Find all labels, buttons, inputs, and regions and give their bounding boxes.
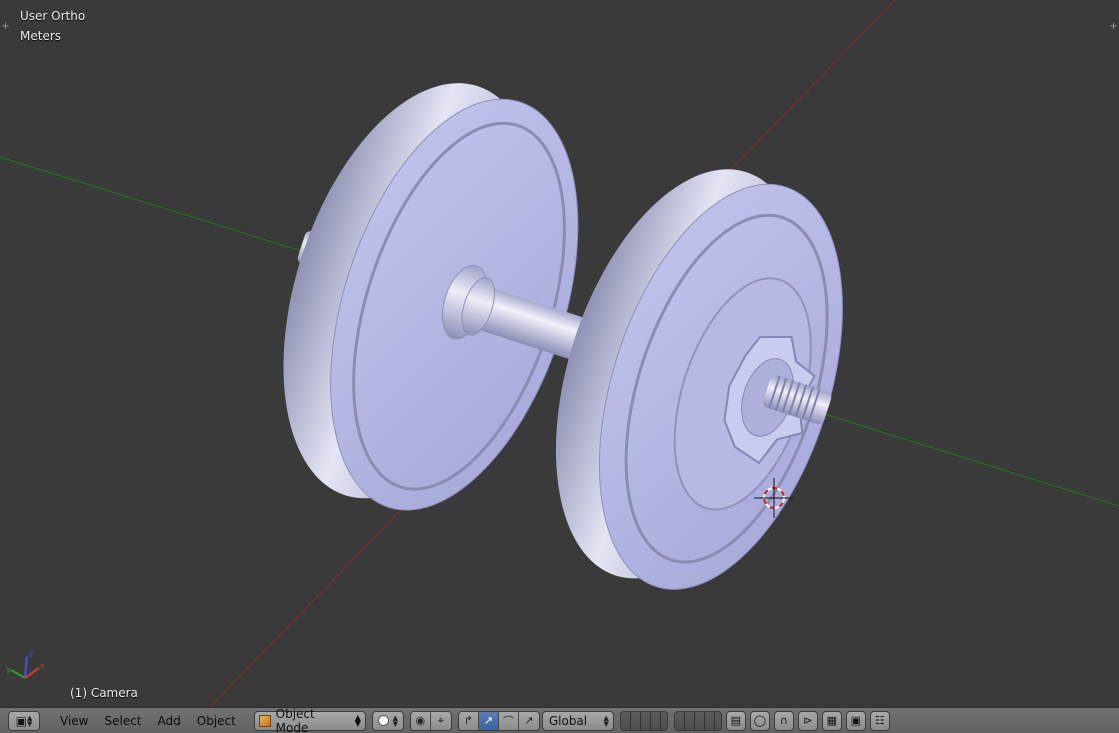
updown-arrows-icon: ▲ ▼ <box>26 713 33 728</box>
transform-orientation-selector[interactable]: Global ▲ ▼ <box>541 710 614 731</box>
magnet-icon[interactable]: ∩ <box>773 710 794 731</box>
editor-type-button[interactable]: ▣ ▲ ▼ <box>8 710 40 731</box>
view-name-label: User Ortho <box>20 9 86 23</box>
properties-toggle-icon[interactable]: + <box>1109 22 1118 32</box>
layer-lock-icon[interactable]: ▤ <box>725 710 746 731</box>
object-mode-cube-icon <box>258 714 271 727</box>
svg-text:z: z <box>29 650 33 659</box>
solid-sphere-icon <box>377 715 389 726</box>
menu-object[interactable]: Object <box>189 711 244 731</box>
3d-viewport[interactable]: User Ortho Meters (1) Camera + + y z x <box>0 0 1119 707</box>
manipulator-toggle-icon[interactable]: ↱ <box>458 711 479 730</box>
updown-arrows-icon: ▲ ▼ <box>392 713 399 728</box>
transform-manipulator-group: ↱ ↗ ⌒ ↗ <box>457 710 540 731</box>
render-animation-icon[interactable]: ☷ <box>869 710 890 731</box>
svg-text:y: y <box>6 665 11 674</box>
layers-grid-icon[interactable] <box>619 710 668 731</box>
proportional-edit-icon[interactable]: ◯ <box>749 710 770 731</box>
orientation-label: Global <box>548 713 588 728</box>
render-camera-icon[interactable]: ▣ <box>845 710 866 731</box>
layers-grid-icon-2[interactable] <box>673 710 722 731</box>
menu-view[interactable]: View <box>52 711 96 731</box>
toolshelf-toggle-icon[interactable]: + <box>1 22 10 32</box>
mode-selector[interactable]: Object Mode ▲ ▼ <box>253 707 366 733</box>
menu-add[interactable]: Add <box>150 711 189 731</box>
viewport-shading-selector[interactable]: ▲ ▼ <box>371 710 404 731</box>
snap-element-icon[interactable]: ⊳ <box>797 710 818 731</box>
svg-text:x: x <box>40 661 45 670</box>
rotate-arc-icon[interactable]: ⌒ <box>498 711 519 730</box>
scale-arrow-icon[interactable]: ↗ <box>518 711 539 730</box>
snap-target-icon[interactable]: ▦ <box>821 710 842 731</box>
mode-label: Object Mode <box>275 706 315 733</box>
units-label: Meters <box>20 29 62 43</box>
updown-arrows-icon: ▲ ▼ <box>354 712 361 728</box>
menu-select[interactable]: Select <box>96 711 149 731</box>
active-object-label: (1) Camera <box>70 686 138 700</box>
3d-view-header: ▣ ▲ ▼ View Select Add Object Object Mode … <box>0 707 1119 733</box>
viewport-scene[interactable] <box>0 0 1119 707</box>
manipulator-icon[interactable]: ⌖ <box>430 711 451 730</box>
cube-icon: ▣ <box>15 713 27 728</box>
pivot-group: ◉ ⌖ <box>409 710 452 731</box>
pivot-point-icon[interactable]: ◉ <box>410 711 431 730</box>
axis-gizmo-icon: y z x <box>6 650 45 679</box>
translate-arrow-icon[interactable]: ↗ <box>478 711 499 730</box>
updown-arrows-icon: ▲ ▼ <box>603 713 609 728</box>
